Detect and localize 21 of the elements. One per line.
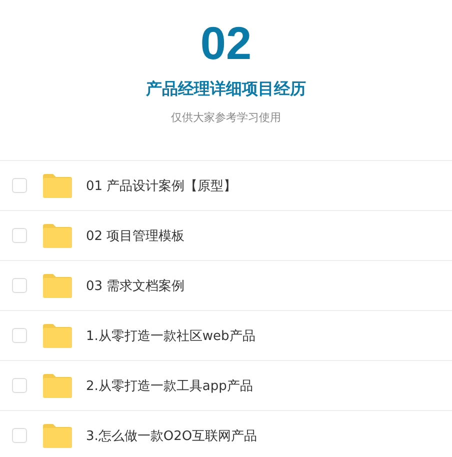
checkbox[interactable] [12, 178, 27, 193]
folder-icon [43, 424, 72, 448]
section-number: 02 [200, 18, 252, 68]
checkbox[interactable] [12, 378, 27, 393]
folder-icon [43, 374, 72, 398]
folder-name[interactable]: 03 需求文档案例 [86, 276, 185, 294]
folder-name[interactable]: 2.从零打造一款工具app产品 [86, 376, 253, 394]
section-subtitle: 仅供大家参考学习使用 [171, 110, 281, 126]
folder-name[interactable]: 01 产品设计案例【原型】 [86, 176, 237, 194]
checkbox[interactable] [12, 428, 27, 443]
checkbox[interactable] [12, 328, 27, 343]
folder-icon [43, 224, 72, 248]
folder-icon [43, 324, 72, 348]
folder-icon [43, 174, 72, 198]
folder-name[interactable]: 3.怎么做一款O2O互联网产品 [86, 426, 258, 444]
checkbox[interactable] [12, 228, 27, 243]
folder-icon [43, 274, 72, 298]
section-title: 产品经理详细项目经历 [146, 78, 306, 100]
folder-name[interactable]: 1.从零打造一款社区web产品 [86, 326, 256, 344]
checkbox[interactable] [12, 278, 27, 293]
folder-name[interactable]: 02 项目管理模板 [86, 226, 185, 244]
